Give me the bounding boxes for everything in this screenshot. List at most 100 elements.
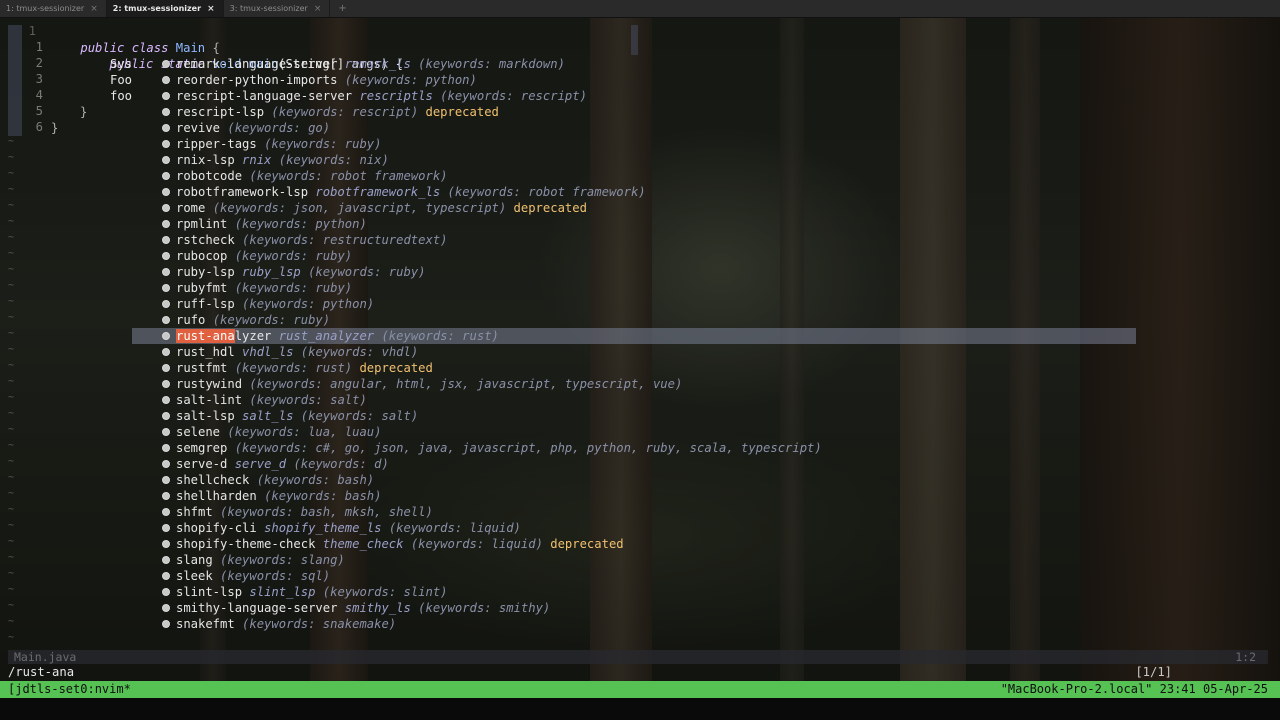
tilde-marker: ~: [8, 600, 15, 611]
picker-item[interactable]: sleek (keywords: sql): [132, 568, 1136, 584]
tilde-marker: ~: [8, 584, 15, 595]
picker-item[interactable]: serve-d serve_d (keywords: d): [132, 456, 1136, 472]
picker-item[interactable]: rpmlint (keywords: python): [132, 216, 1136, 232]
statusline: Main.java 1:2: [8, 650, 1268, 664]
code-line-0[interactable]: public class Main {: [51, 24, 219, 55]
search-count: [1/1]: [1135, 665, 1172, 679]
code-line-3[interactable]: Foo: [110, 72, 132, 88]
picker-item-text: rstcheck (keywords: restructuredtext): [176, 232, 448, 248]
new-tab-icon[interactable]: +: [330, 0, 354, 17]
tmux-tab-bar: 1: tmux-sessionizer × 2: tmux-sessionize…: [0, 0, 1280, 18]
keywords: (keywords: slint): [322, 585, 448, 599]
picker-item[interactable]: rustfmt (keywords: rust) deprecated: [132, 360, 1136, 376]
picker-item[interactable]: rust_hdl vhdl_ls (keywords: vhdl): [132, 344, 1136, 360]
package-name: salt-lsp: [176, 409, 235, 423]
code-line-5[interactable]: }: [80, 104, 87, 120]
keywords: (keywords: python): [242, 297, 375, 311]
picker-item[interactable]: shellharden (keywords: bash): [132, 488, 1136, 504]
code-line-6[interactable]: }: [51, 120, 58, 136]
picker-item[interactable]: reorder-python-imports (keywords: python…: [132, 72, 1136, 88]
keywords: (keywords: rust): [234, 361, 353, 375]
search-query[interactable]: /rust-ana: [8, 665, 74, 679]
code-line-4[interactable]: foo: [110, 88, 132, 104]
tab-2[interactable]: 2: tmux-sessionizer ×: [106, 0, 224, 17]
deprecated-badge: deprecated: [359, 361, 433, 375]
picker-item[interactable]: rust-analyzer rust_analyzer (keywords: r…: [132, 328, 1136, 344]
picker-item[interactable]: rescript-lsp (keywords: rescript) deprec…: [132, 104, 1136, 120]
package-name: shellcheck: [176, 473, 250, 487]
bullet-icon: [162, 140, 170, 148]
tab-3[interactable]: 3: tmux-sessionizer ×: [224, 0, 331, 17]
package-name: ruff-lsp: [176, 297, 235, 311]
picker-item[interactable]: slint-lsp slint_lsp (keywords: slint): [132, 584, 1136, 600]
lsp-alias: salt_ls: [242, 409, 294, 423]
picker-item-text: rubocop (keywords: ruby): [176, 248, 352, 264]
bullet-icon: [162, 156, 170, 164]
bullet-icon: [162, 540, 170, 548]
picker-item[interactable]: shopify-theme-check theme_check (keyword…: [132, 536, 1136, 552]
keywords: (keywords: c#, go, json, java, javascrip…: [234, 441, 822, 455]
tilde-marker: ~: [8, 312, 15, 323]
picker-item[interactable]: shellcheck (keywords: bash): [132, 472, 1136, 488]
bullet-icon: [162, 444, 170, 452]
lsp-alias: ruby_lsp: [242, 265, 301, 279]
picker-item[interactable]: selene (keywords: lua, luau): [132, 424, 1136, 440]
tilde-marker: ~: [8, 216, 15, 227]
picker-item[interactable]: rubocop (keywords: ruby): [132, 248, 1136, 264]
tilde-marker: ~: [8, 456, 15, 467]
picker-item[interactable]: shfmt (keywords: bash, mksh, shell): [132, 504, 1136, 520]
picker-item[interactable]: robotcode (keywords: robot framework): [132, 168, 1136, 184]
tilde-marker: ~: [8, 504, 15, 515]
picker-item-text: robotcode (keywords: robot framework): [176, 168, 448, 184]
package-name: rufo: [176, 313, 206, 327]
picker-item[interactable]: salt-lsp salt_ls (keywords: salt): [132, 408, 1136, 424]
picker-item[interactable]: ruby-lsp ruby_lsp (keywords: ruby): [132, 264, 1136, 280]
picker-item[interactable]: rstcheck (keywords: restructuredtext): [132, 232, 1136, 248]
code-line-2[interactable]: Sys: [110, 56, 132, 72]
tilde-marker: ~: [8, 328, 15, 339]
bullet-icon: [162, 300, 170, 308]
package-name: ruby-lsp: [176, 265, 235, 279]
tilde-marker: ~: [8, 552, 15, 563]
picker-item[interactable]: rome (keywords: json, javascript, typesc…: [132, 200, 1136, 216]
picker-item[interactable]: smithy-language-server smithy_ls (keywor…: [132, 600, 1136, 616]
picker-item-text: semgrep (keywords: c#, go, json, java, j…: [176, 440, 822, 456]
tilde-marker: ~: [8, 536, 15, 547]
picker-item[interactable]: rnix-lsp rnix (keywords: nix): [132, 152, 1136, 168]
tmux-host-clock: "MacBook-Pro-2.local" 23:41 05-Apr-25: [1000, 682, 1268, 696]
picker-item[interactable]: rufo (keywords: ruby): [132, 312, 1136, 328]
bullet-icon: [162, 364, 170, 372]
tab-label: 3: tmux-sessionizer: [229, 4, 308, 13]
picker-item[interactable]: revive (keywords: go): [132, 120, 1136, 136]
picker-item[interactable]: robotframework-lsp robotframework_ls (ke…: [132, 184, 1136, 200]
picker-item-text: rustywind (keywords: angular, html, jsx,…: [176, 376, 682, 392]
picker-item-text: ripper-tags (keywords: ruby): [176, 136, 381, 152]
package-name: slint-lsp: [176, 585, 243, 599]
picker-item[interactable]: shopify-cli shopify_theme_ls (keywords: …: [132, 520, 1136, 536]
picker-item-text: ruby-lsp ruby_lsp (keywords: ruby): [176, 264, 426, 280]
picker-item[interactable]: rustywind (keywords: angular, html, jsx,…: [132, 376, 1136, 392]
tab-1[interactable]: 1: tmux-sessionizer ×: [0, 0, 107, 17]
picker-item-text: rust_hdl vhdl_ls (keywords: vhdl): [176, 344, 418, 360]
picker-item[interactable]: ruff-lsp (keywords: python): [132, 296, 1136, 312]
picker-item[interactable]: rubyfmt (keywords: ruby): [132, 280, 1136, 296]
line-number: 5: [35, 104, 43, 118]
picker-item[interactable]: semgrep (keywords: c#, go, json, java, j…: [132, 440, 1136, 456]
picker-item-text: rustfmt (keywords: rust) deprecated: [176, 360, 433, 376]
bullet-icon: [162, 236, 170, 244]
picker-item[interactable]: salt-lint (keywords: salt): [132, 392, 1136, 408]
close-icon[interactable]: ×: [314, 4, 322, 14]
bullet-icon: [162, 348, 170, 356]
code-line-1[interactable]: public static void main(String[] args) {: [80, 40, 403, 71]
close-icon[interactable]: ×: [90, 4, 98, 14]
command-line[interactable]: /rust-ana [1/1]: [8, 665, 1268, 680]
lsp-alias: serve_d: [234, 457, 287, 471]
picker-item[interactable]: snakefmt (keywords: snakemake): [132, 616, 1136, 632]
picker-item[interactable]: remark-language-server remark_ls (keywor…: [132, 56, 1136, 72]
close-icon[interactable]: ×: [207, 4, 215, 14]
keywords: (keywords: json, javascript, typescript): [212, 201, 507, 215]
picker-item[interactable]: slang (keywords: slang): [132, 552, 1136, 568]
picker-item[interactable]: ripper-tags (keywords: ruby): [132, 136, 1136, 152]
picker-item[interactable]: rescript-language-server rescriptls (key…: [132, 88, 1136, 104]
tilde-marker: ~: [8, 264, 15, 275]
